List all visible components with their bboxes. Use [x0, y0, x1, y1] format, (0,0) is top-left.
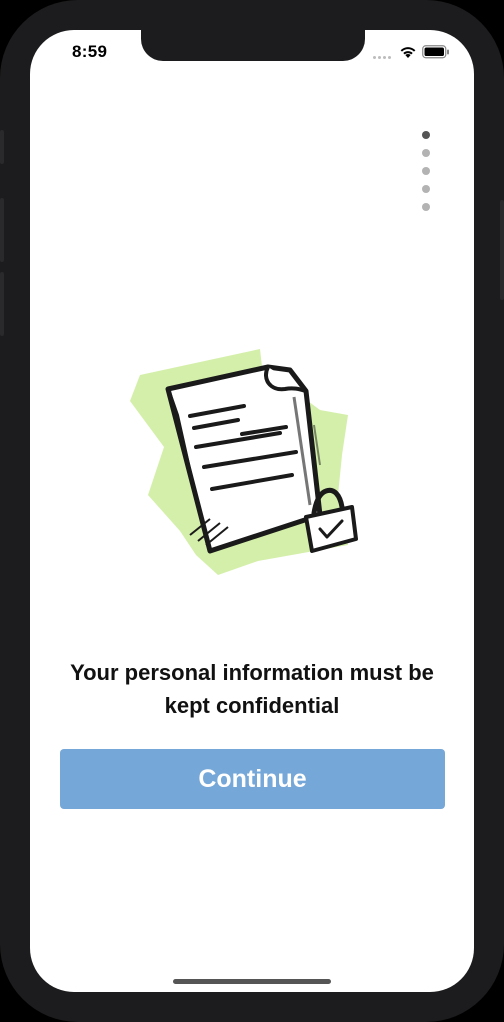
onboarding-headline: Your personal information must be kept c…: [70, 660, 434, 718]
status-time: 8:59: [72, 42, 108, 61]
volume-down-button: [0, 272, 4, 336]
power-button: [500, 200, 504, 300]
cellular-signal-icon: [373, 56, 391, 59]
silent-switch: [0, 130, 4, 164]
page-indicator: [422, 131, 430, 211]
locked-document-icon: [120, 315, 360, 575]
phone-frame: 8:59 Your personal information must be k…: [0, 0, 504, 1022]
screen: 8:59 Your personal information must be k…: [30, 30, 474, 992]
notch: [141, 30, 365, 61]
home-indicator[interactable]: [173, 979, 331, 984]
battery-icon: [422, 45, 450, 64]
wifi-icon: [399, 45, 417, 64]
page-dot[interactable]: [422, 149, 430, 157]
page-dot-active[interactable]: [422, 131, 430, 139]
volume-up-button: [0, 198, 4, 262]
page-dot[interactable]: [422, 203, 430, 211]
page-dot[interactable]: [422, 185, 430, 193]
continue-button[interactable]: Continue: [60, 749, 445, 809]
page-dot[interactable]: [422, 167, 430, 175]
